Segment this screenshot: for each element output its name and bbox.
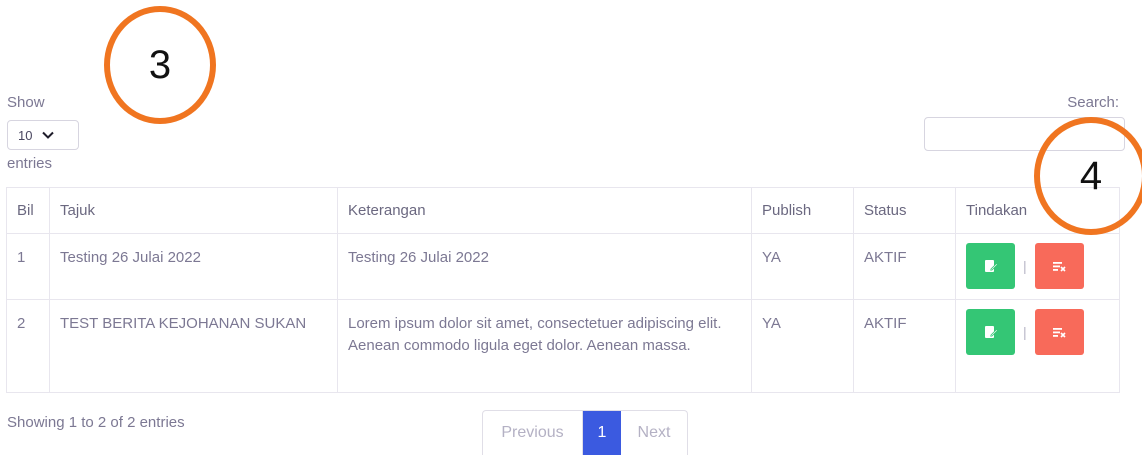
pagination: Previous 1 Next	[482, 410, 688, 455]
delete-icon	[1053, 262, 1066, 272]
header-tajuk[interactable]: Tajuk	[49, 187, 338, 234]
table-header-row: Bil Tajuk Keterangan Publish Status Tind…	[6, 187, 1120, 234]
header-keterangan[interactable]: Keterangan	[337, 187, 752, 234]
cell-tajuk: TEST BERITA KEJOHANAN SUKAN	[49, 299, 338, 393]
table-info: Showing 1 to 2 of 2 entries	[7, 414, 185, 431]
edit-icon	[984, 260, 998, 272]
header-publish[interactable]: Publish	[751, 187, 854, 234]
data-table: Bil Tajuk Keterangan Publish Status Tind…	[6, 187, 1120, 393]
table-row: 2 TEST BERITA KEJOHANAN SUKAN Lorem ipsu…	[6, 299, 1120, 393]
cell-tajuk: Testing 26 Julai 2022	[49, 233, 338, 300]
cell-bil: 1	[6, 233, 50, 300]
edit-button[interactable]	[966, 309, 1015, 355]
edit-icon	[984, 326, 998, 338]
delete-button[interactable]	[1034, 309, 1084, 355]
delete-icon	[1053, 328, 1066, 338]
cell-publish: YA	[751, 299, 854, 393]
cell-status: AKTIF	[853, 233, 956, 300]
header-bil[interactable]: Bil	[6, 187, 50, 234]
next-page-button[interactable]: Next	[621, 411, 687, 455]
cell-keterangan: Testing 26 Julai 2022	[337, 233, 752, 300]
show-label: Show	[7, 94, 45, 111]
edit-button[interactable]	[966, 243, 1015, 289]
action-separator: |	[1023, 258, 1027, 274]
annotation-circle-3: 3	[104, 6, 216, 124]
entries-length-select[interactable]: 10	[7, 120, 79, 150]
cell-publish: YA	[751, 233, 854, 300]
cell-actions: |	[955, 233, 1120, 300]
search-label: Search:	[1067, 94, 1119, 111]
page-button-current[interactable]: 1	[583, 411, 621, 455]
cell-actions: |	[955, 299, 1120, 393]
cell-keterangan: Lorem ipsum dolor sit amet, consectetuer…	[337, 299, 752, 393]
previous-page-button[interactable]: Previous	[483, 411, 583, 455]
delete-button[interactable]	[1034, 243, 1084, 289]
cell-bil: 2	[6, 299, 50, 393]
entries-length-value: 10	[18, 127, 33, 143]
header-status[interactable]: Status	[853, 187, 956, 234]
annotation-circle-4: 4	[1034, 117, 1142, 235]
entries-label: entries	[7, 155, 53, 172]
chevron-down-icon	[42, 131, 55, 139]
action-separator: |	[1023, 324, 1027, 340]
cell-status: AKTIF	[853, 299, 956, 393]
table-row: 1 Testing 26 Julai 2022 Testing 26 Julai…	[6, 233, 1120, 300]
